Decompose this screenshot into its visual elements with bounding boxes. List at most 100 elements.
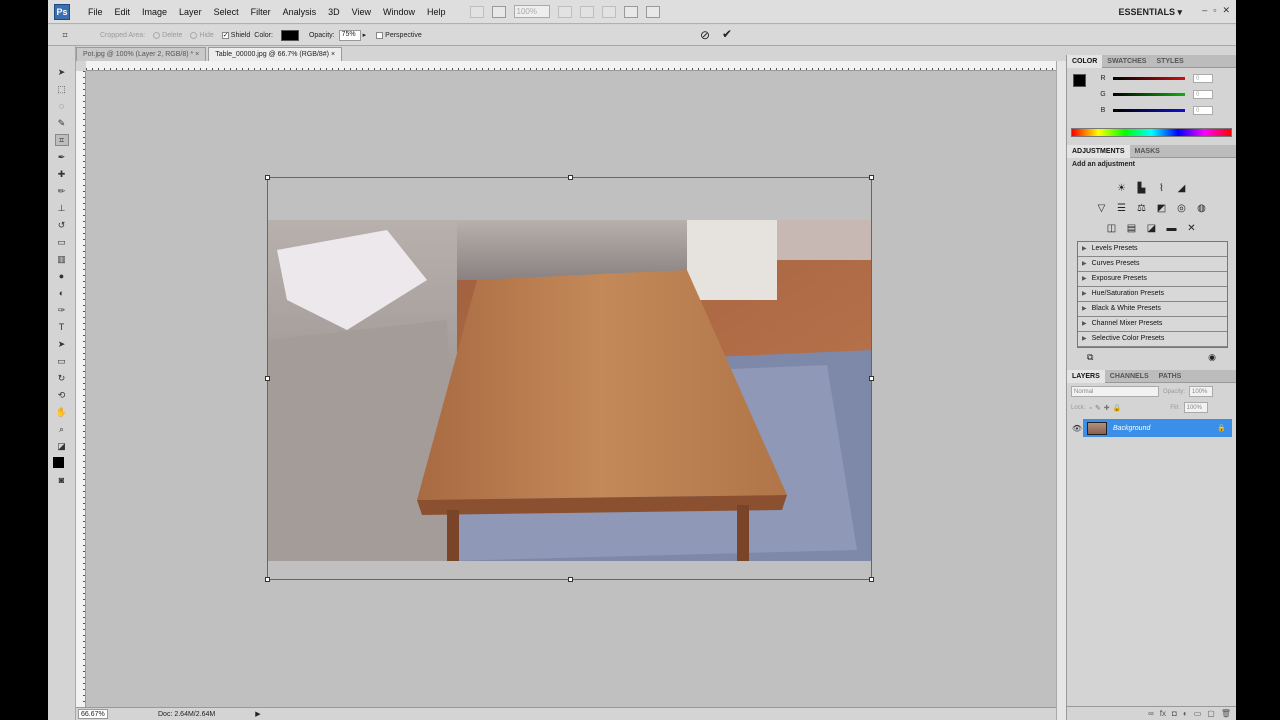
crop-handle[interactable] <box>265 376 270 381</box>
shape-tool-icon[interactable]: ▭ <box>55 355 69 367</box>
workspace-switcher[interactable]: ESSENTIALS ▾ <box>1118 7 1182 18</box>
status-menu-arrow-icon[interactable]: ▶ <box>255 710 260 718</box>
preset-item-channel-mixer[interactable]: ▶ Channel Mixer Presets <box>1078 317 1227 332</box>
3d-orbit-tool-icon[interactable]: ⟲ <box>55 389 69 401</box>
close-tab-icon[interactable]: × <box>331 51 335 58</box>
photo-filter-icon[interactable]: ◎ <box>1174 201 1189 216</box>
clip-to-layer-icon[interactable]: ⧉ <box>1087 352 1093 366</box>
crop-handle[interactable] <box>265 577 270 582</box>
channel-mixer-icon[interactable]: ◍ <box>1194 201 1209 216</box>
healing-brush-tool-icon[interactable]: ✚ <box>55 168 69 180</box>
color-spectrum-bar[interactable] <box>1071 128 1232 137</box>
gradient-tool-icon[interactable]: ▥ <box>55 253 69 265</box>
close-tab-icon[interactable]: × <box>195 51 199 58</box>
bridge-icon[interactable] <box>469 5 484 18</box>
perspective-option[interactable]: Perspective <box>376 31 422 39</box>
rotate-view-icon[interactable] <box>601 5 616 18</box>
new-adjustment-layer-icon[interactable]: ◐ <box>1183 709 1188 718</box>
eraser-tool-icon[interactable]: ▭ <box>55 236 69 248</box>
shield-checkbox[interactable] <box>221 31 229 39</box>
color-balance-icon[interactable]: ⚖ <box>1134 201 1149 216</box>
layer-style-icon[interactable]: fx <box>1160 709 1166 718</box>
zoom-tool-icon[interactable] <box>579 5 594 18</box>
menu-layer[interactable]: Layer <box>173 7 208 17</box>
hand-tool-icon[interactable]: ✋ <box>55 406 69 418</box>
brush-tool-icon[interactable]: ✏ <box>55 185 69 197</box>
tab-styles[interactable]: STYLES <box>1151 58 1188 65</box>
path-selection-tool-icon[interactable]: ➤ <box>55 338 69 350</box>
brightness-contrast-icon[interactable]: ☀ <box>1114 181 1129 196</box>
preset-item-hue-saturation[interactable]: ▶ Hue/Saturation Presets <box>1078 287 1227 302</box>
black-white-icon[interactable]: ◩ <box>1154 201 1169 216</box>
opacity-input[interactable]: 75% <box>338 29 361 41</box>
tab-layers[interactable]: LAYERS <box>1067 369 1105 383</box>
default-colors-icon[interactable]: ◪ <box>55 440 69 452</box>
red-value[interactable]: 0 <box>1193 73 1213 83</box>
close-icon[interactable]: ✕ <box>1222 5 1230 16</box>
new-group-icon[interactable]: ▭ <box>1194 709 1202 718</box>
screen-mode-icon[interactable] <box>645 5 660 18</box>
opacity-arrow-icon[interactable]: ▸ <box>363 31 367 39</box>
layer-opacity-input[interactable]: 100% <box>1189 386 1214 397</box>
tab-pot[interactable]: Pot.jpg @ 100% (Layer 2, RGB/8) * × <box>76 47 207 61</box>
commit-crop-icon[interactable]: ✔ <box>722 27 732 41</box>
link-layers-icon[interactable]: ∞ <box>1148 709 1154 718</box>
layer-mask-icon[interactable]: ◘ <box>1172 709 1177 718</box>
exposure-icon[interactable]: ◢ <box>1174 181 1189 196</box>
layer-row-background[interactable]: 👁 Background 🔒 <box>1071 419 1232 437</box>
new-layer-icon[interactable]: ▢ <box>1207 709 1215 718</box>
crop-tool-preset-icon[interactable]: ⌗ <box>58 29 72 41</box>
hide-option[interactable]: Hide <box>190 31 214 39</box>
arrange-documents-icon[interactable] <box>623 5 638 18</box>
hue-saturation-icon[interactable]: ☰ <box>1114 201 1129 216</box>
tab-table[interactable]: Table_00000.jpg @ 66.7% (RGB/8#) × <box>208 47 343 61</box>
restore-icon[interactable]: ▫ <box>1213 5 1216 16</box>
3d-rotate-tool-icon[interactable]: ↻ <box>55 372 69 384</box>
menu-edit[interactable]: Edit <box>109 7 137 17</box>
blue-value[interactable]: 0 <box>1193 105 1213 115</box>
preset-item-selective-color[interactable]: ▶ Selective Color Presets <box>1078 332 1227 347</box>
crop-handle[interactable] <box>869 577 874 582</box>
lock-icons[interactable]: ▫✎✚🔒 <box>1089 404 1124 412</box>
crop-bounding-box[interactable] <box>265 175 874 582</box>
levels-icon[interactable]: ▙ <box>1134 181 1149 196</box>
crop-handle[interactable] <box>568 175 573 180</box>
menu-analysis[interactable]: Analysis <box>277 7 323 17</box>
tab-masks[interactable]: MASKS <box>1130 148 1165 155</box>
foreground-color-swatch[interactable] <box>53 457 64 468</box>
preset-item-exposure[interactable]: ▶ Exposure Presets <box>1078 272 1227 287</box>
crop-handle[interactable] <box>869 376 874 381</box>
preset-item-levels[interactable]: ▶ Levels Presets <box>1078 242 1227 257</box>
pen-tool-icon[interactable]: ✑ <box>55 304 69 316</box>
marquee-tool-icon[interactable]: ⬚ <box>55 83 69 95</box>
zoom-level-select[interactable]: 100% <box>513 5 550 18</box>
canvas-area[interactable] <box>86 71 1056 707</box>
foreground-color-box[interactable] <box>1073 74 1086 87</box>
crop-handle[interactable] <box>568 577 573 582</box>
delete-option[interactable]: Delete <box>153 31 182 39</box>
quick-mask-icon[interactable]: ◙ <box>55 474 69 486</box>
move-tool-icon[interactable]: ➤ <box>55 66 69 78</box>
tab-paths[interactable]: PATHS <box>1154 373 1187 380</box>
crop-handle[interactable] <box>869 175 874 180</box>
hide-radio[interactable] <box>190 31 198 39</box>
view-extras-icon[interactable] <box>491 5 506 18</box>
curves-icon[interactable]: ⌇ <box>1154 181 1169 196</box>
vertical-scrollbar[interactable] <box>1056 61 1066 720</box>
menu-filter[interactable]: Filter <box>245 7 277 17</box>
menu-image[interactable]: Image <box>136 7 173 17</box>
dodge-tool-icon[interactable]: ◐ <box>55 287 69 299</box>
blue-slider[interactable] <box>1113 108 1185 112</box>
gradient-map-icon[interactable]: ▬ <box>1164 221 1179 236</box>
delete-layer-icon[interactable]: 🗑 <box>1221 709 1231 718</box>
tab-color[interactable]: COLOR <box>1067 54 1103 68</box>
perspective-checkbox[interactable] <box>376 31 384 39</box>
menu-help[interactable]: Help <box>421 7 452 17</box>
tab-swatches[interactable]: SWATCHES <box>1102 58 1151 65</box>
menu-select[interactable]: Select <box>208 7 245 17</box>
delete-radio[interactable] <box>153 31 161 39</box>
tab-channels[interactable]: CHANNELS <box>1105 373 1154 380</box>
tab-adjustments[interactable]: ADJUSTMENTS <box>1067 144 1130 158</box>
eye-icon[interactable]: 👁 <box>1071 419 1083 437</box>
preset-item-black-white[interactable]: ▶ Black & White Presets <box>1078 302 1227 317</box>
